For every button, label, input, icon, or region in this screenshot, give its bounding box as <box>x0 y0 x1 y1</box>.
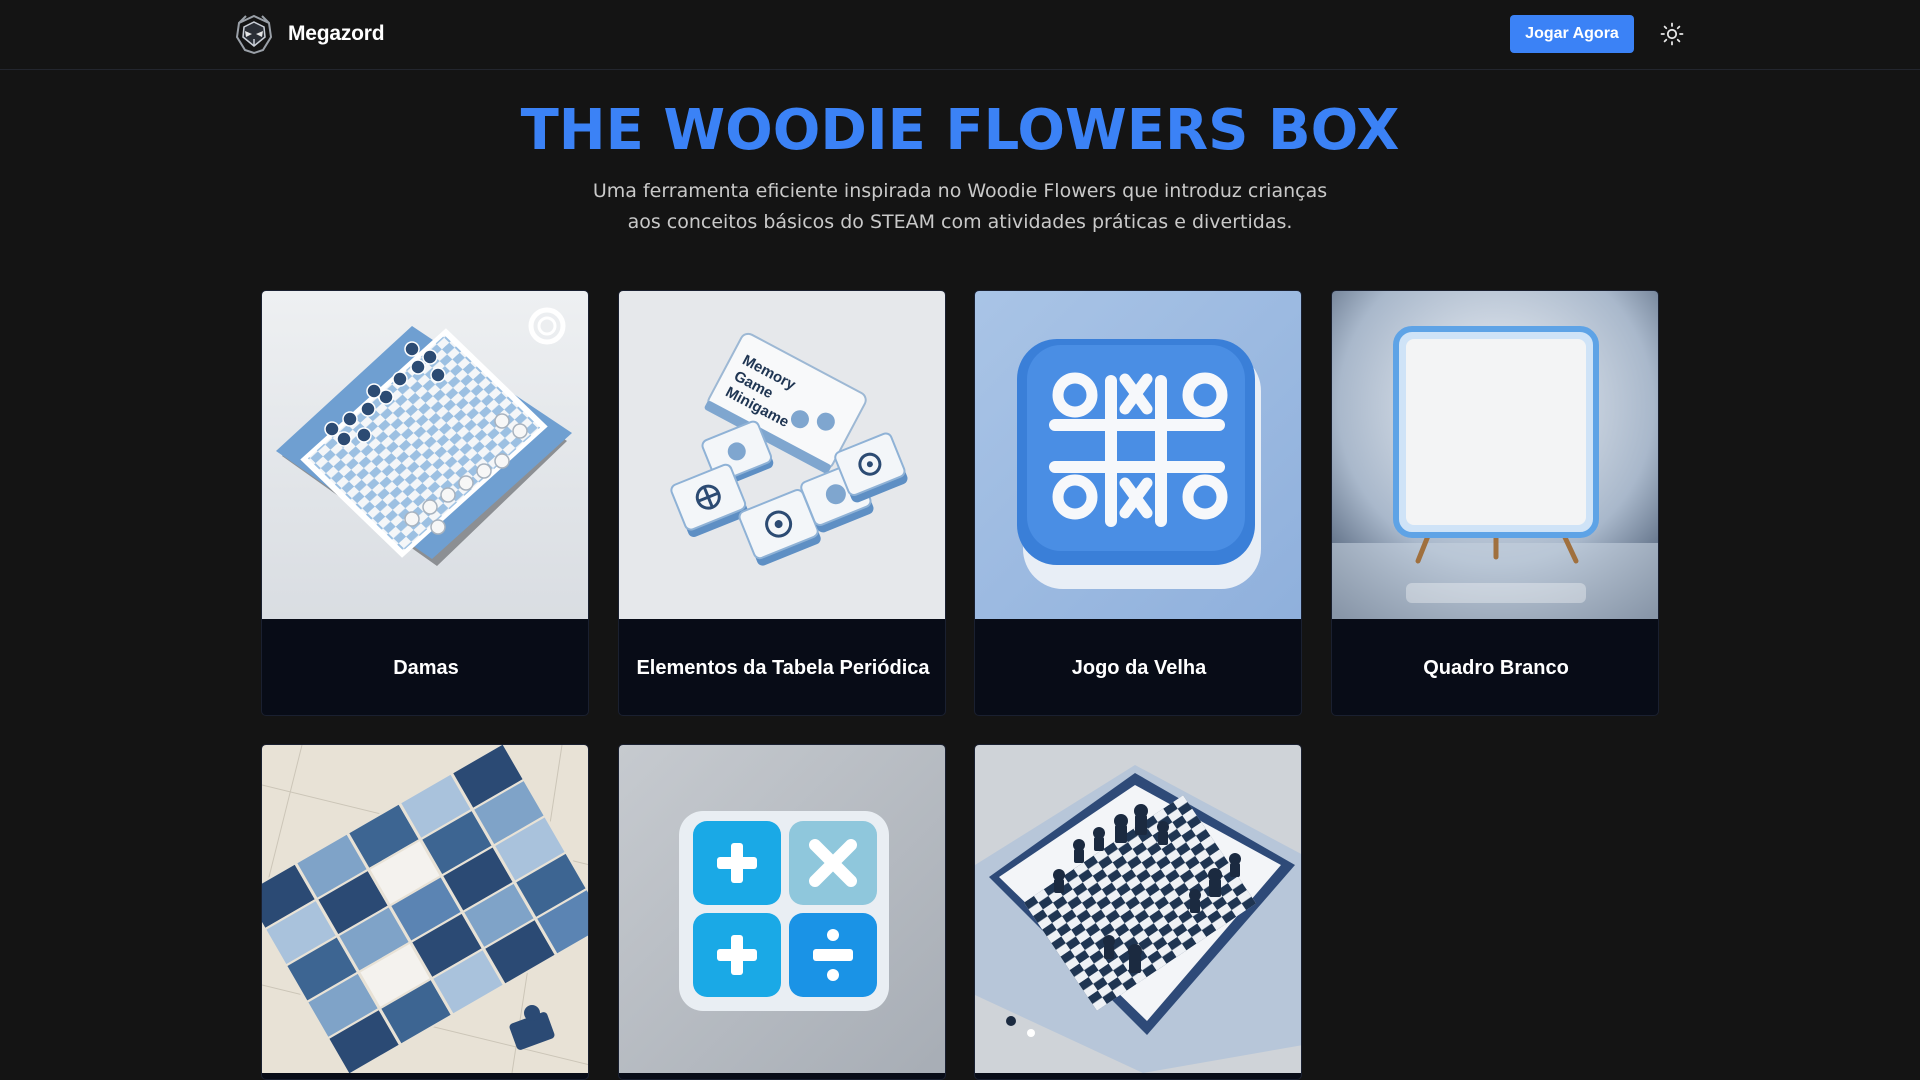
game-card-chess[interactable] <box>974 744 1302 1080</box>
page-title: THE WOODIE FLOWERS BOX <box>520 98 1400 163</box>
tic-tac-toe-board-image <box>975 291 1301 619</box>
checkers-board-image <box>262 291 588 619</box>
game-card-elementos-tabela-periodica[interactable]: Memory Game Minigame Elementos da Tabela… <box>618 290 946 716</box>
sun-icon[interactable] <box>1658 20 1686 48</box>
chess-board-image <box>975 745 1301 1073</box>
math-operations-tiles-image <box>619 745 945 1073</box>
jigsaw-puzzle-image <box>262 745 588 1073</box>
robot-head-logo-icon <box>232 12 276 56</box>
game-card-title: Elementos da Tabela Periódica <box>636 656 930 679</box>
game-card-quadro-branco[interactable]: Quadro Branco <box>1331 290 1659 716</box>
play-now-button[interactable]: Jogar Agora <box>1510 15 1634 53</box>
top-navbar: Megazord Jogar Agora <box>0 0 1920 70</box>
game-card-math[interactable] <box>618 744 946 1080</box>
whiteboard-image <box>1332 291 1658 619</box>
game-card-jogo-da-velha[interactable]: Jogo da Velha <box>974 290 1302 716</box>
subtitle-line-2: aos conceitos básicos do STEAM com ativi… <box>627 211 1293 233</box>
game-card-damas[interactable]: Damas <box>261 290 589 716</box>
game-card-puzzle[interactable] <box>261 744 589 1080</box>
brand[interactable]: Megazord <box>232 12 385 56</box>
game-card-title: Jogo da Velha <box>1071 656 1207 679</box>
game-card-title: Quadro Branco <box>1423 656 1569 679</box>
game-card-title: Damas <box>393 656 459 679</box>
subtitle-line-1: Uma ferramenta eficiente inspirada no Wo… <box>592 180 1328 202</box>
brand-name: Megazord <box>288 22 385 45</box>
page-subtitle: Uma ferramenta eficiente inspirada no Wo… <box>580 176 1340 238</box>
memory-game-cards-image: Memory Game Minigame <box>619 291 945 619</box>
